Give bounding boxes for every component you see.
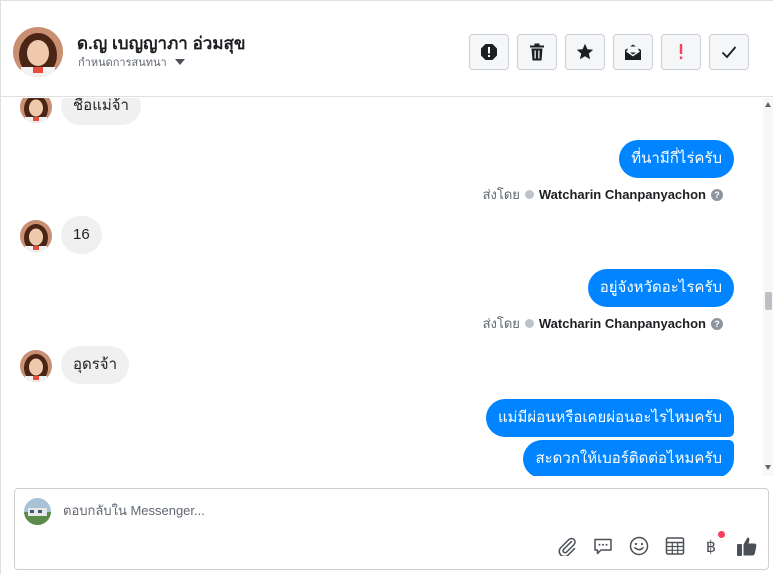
appointment-icon (665, 537, 685, 555)
emoji-icon (629, 536, 649, 556)
contact-avatar-small (20, 220, 52, 252)
attach-file-button[interactable] (556, 535, 578, 557)
send-like-button[interactable] (736, 535, 758, 557)
outgoing-message: ที่นามีกี่ไร่ครับ (619, 140, 734, 178)
scroll-down-arrow-icon[interactable] (765, 465, 771, 470)
outgoing-message: อยู่จังหวัดอะไรครับ (587, 269, 734, 307)
attachment-icon (558, 537, 576, 556)
thread-scrollbar[interactable] (763, 98, 773, 476)
message-thread: ชื่อแม่จ้า ที่นามีกี่ไร่ครับ ส่งโดย Watc… (1, 98, 763, 476)
mark-done-button[interactable] (709, 34, 749, 70)
composer-toolbar: ฿ (556, 531, 758, 557)
saved-reply-icon (594, 538, 612, 555)
agent-status-icon (524, 190, 534, 199)
emoji-button[interactable] (628, 535, 650, 557)
alert-icon (481, 44, 497, 60)
sent-by-label: ส่งโดย (482, 316, 520, 331)
label-dropdown-text: กำหนดการสนทนา (78, 57, 167, 69)
sent-by-label: ส่งโดย (482, 187, 520, 202)
agent-name: Watcharin Chanpanyachon (538, 187, 706, 202)
mark-unread-button[interactable] (613, 34, 653, 70)
caret-down-icon (174, 59, 185, 65)
page-avatar (24, 498, 51, 525)
messenger-inbox-window: ด.ญ เบญญาภา อ่วมสุข กำหนดการสนทนา ชื่อแม… (0, 0, 773, 574)
sent-by-line: ส่งโดย Watcharin Chanpanyachon ? (483, 313, 723, 334)
mark-spam-button[interactable] (469, 34, 509, 70)
saved-replies-button[interactable] (592, 535, 614, 557)
exclamation-icon (679, 44, 683, 60)
label-dropdown[interactable]: กำหนดการสนทนา (78, 53, 185, 71)
contact-avatar-small (20, 98, 52, 123)
help-icon[interactable]: ? (711, 188, 723, 201)
incoming-message: อุดรจ้า (61, 346, 130, 384)
agent-name: Watcharin Chanpanyachon (538, 316, 706, 331)
outgoing-message: สะดวกให้เบอร์ติดต่อไหมครับ (523, 440, 734, 476)
contact-avatar-small (20, 350, 52, 382)
contact-avatar[interactable] (13, 27, 63, 77)
appointment-button[interactable] (664, 535, 686, 557)
baht-payment-icon: ฿ (705, 536, 717, 556)
check-icon (721, 46, 737, 59)
incoming-message: ชื่อแม่จ้า (61, 98, 141, 125)
notification-dot (718, 531, 725, 538)
outgoing-message: แม่มีผ่อนหรือเคยผ่อนอะไรไหมครับ (485, 399, 734, 437)
thumbs-up-icon (737, 537, 757, 556)
agent-status-icon (524, 319, 534, 328)
reply-input[interactable] (63, 503, 743, 518)
conversation-header: ด.ญ เบญญาภา อ่วมสุข กำหนดการสนทนา (1, 1, 773, 97)
help-icon[interactable]: ? (711, 317, 723, 330)
scroll-thumb[interactable] (765, 292, 772, 310)
mail-icon (625, 44, 641, 60)
trash-icon (530, 43, 544, 61)
conversation-toolbar (469, 34, 749, 70)
incoming-message: 16 (61, 216, 102, 254)
scroll-up-arrow-icon[interactable] (765, 102, 771, 107)
delete-button[interactable] (517, 34, 557, 70)
sent-by-line: ส่งโดย Watcharin Chanpanyachon ? (483, 184, 723, 205)
star-icon (576, 43, 594, 60)
follow-up-button[interactable] (661, 34, 701, 70)
payment-button[interactable]: ฿ (700, 531, 725, 557)
star-button[interactable] (565, 34, 605, 70)
reply-composer: ฿ (14, 488, 769, 570)
